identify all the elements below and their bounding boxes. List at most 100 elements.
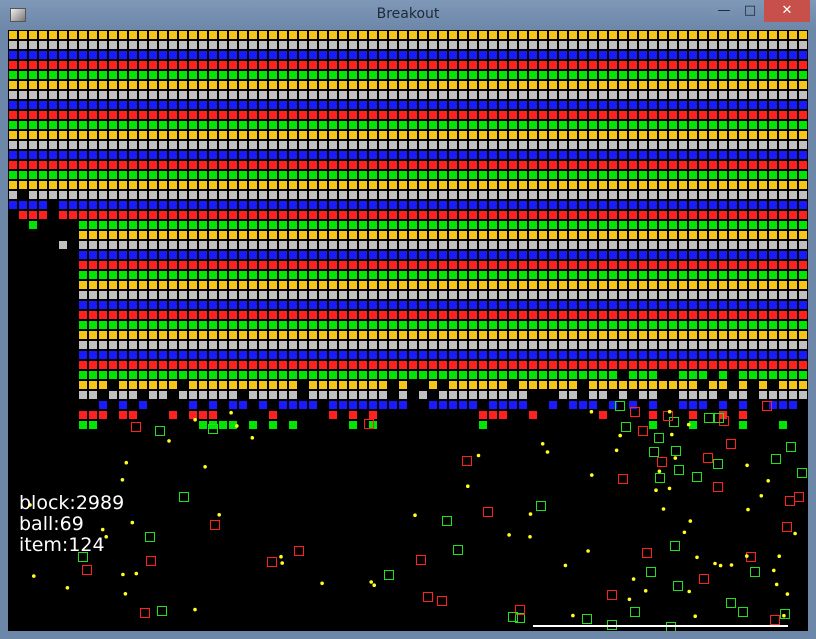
brick [259, 301, 267, 309]
brick [449, 391, 457, 399]
brick [669, 101, 677, 109]
brick [589, 311, 597, 319]
brick [669, 271, 677, 279]
brick [259, 401, 267, 409]
brick [569, 151, 577, 159]
brick [659, 161, 667, 169]
brick [569, 161, 577, 169]
brick [299, 71, 307, 79]
maximize-button[interactable]: □ [738, 0, 762, 22]
brick [449, 51, 457, 59]
brick [259, 91, 267, 99]
brick [439, 31, 447, 39]
brick [189, 381, 197, 389]
brick [769, 81, 777, 89]
brick [679, 61, 687, 69]
item [638, 426, 648, 436]
brick [389, 101, 397, 109]
brick [139, 51, 147, 59]
brick [599, 121, 607, 129]
brick [259, 341, 267, 349]
brick [159, 181, 167, 189]
brick [369, 281, 377, 289]
brick [619, 251, 627, 259]
brick [639, 51, 647, 59]
brick [789, 341, 797, 349]
brick [439, 341, 447, 349]
brick [739, 321, 747, 329]
brick [729, 161, 737, 169]
minimize-button[interactable]: — [712, 0, 736, 22]
brick [229, 251, 237, 259]
brick [659, 251, 667, 259]
brick [459, 221, 467, 229]
brick [609, 351, 617, 359]
brick [559, 281, 567, 289]
brick [109, 321, 117, 329]
brick [99, 151, 107, 159]
brick [669, 351, 677, 359]
brick [329, 321, 337, 329]
brick [219, 261, 227, 269]
brick [529, 201, 537, 209]
brick [59, 211, 67, 219]
brick [739, 141, 747, 149]
brick [799, 31, 807, 39]
brick [409, 181, 417, 189]
brick [599, 151, 607, 159]
brick [669, 311, 677, 319]
brick [189, 91, 197, 99]
brick [549, 111, 557, 119]
brick [169, 51, 177, 59]
brick [529, 61, 537, 69]
brick [409, 211, 417, 219]
brick [699, 361, 707, 369]
brick [459, 171, 467, 179]
brick [199, 121, 207, 129]
brick [649, 111, 657, 119]
brick [689, 91, 697, 99]
brick [789, 391, 797, 399]
brick [269, 121, 277, 129]
brick [179, 311, 187, 319]
brick [119, 71, 127, 79]
brick [589, 201, 597, 209]
brick [789, 401, 797, 409]
brick [59, 51, 67, 59]
brick [99, 371, 107, 379]
brick [329, 141, 337, 149]
brick [689, 331, 697, 339]
brick [9, 121, 17, 129]
brick [619, 271, 627, 279]
ball [130, 520, 135, 525]
brick [59, 101, 67, 109]
brick [459, 161, 467, 169]
brick [709, 41, 717, 49]
title-bar[interactable]: Breakout — □ ✕ [0, 0, 816, 30]
brick [109, 91, 117, 99]
brick [109, 181, 117, 189]
brick [649, 401, 657, 409]
brick [369, 41, 377, 49]
brick [39, 191, 47, 199]
brick [139, 351, 147, 359]
brick [749, 71, 757, 79]
brick [449, 251, 457, 259]
brick [229, 351, 237, 359]
game-canvas[interactable]: block:2989 ball:69 item:124 [8, 30, 808, 631]
brick [689, 411, 697, 419]
brick [499, 231, 507, 239]
ball [682, 530, 687, 535]
brick [799, 111, 807, 119]
brick [199, 181, 207, 189]
brick [749, 81, 757, 89]
brick [599, 391, 607, 399]
brick [629, 301, 637, 309]
close-button[interactable]: ✕ [764, 0, 810, 22]
brick [769, 181, 777, 189]
brick [569, 391, 577, 399]
brick [219, 341, 227, 349]
brick [769, 251, 777, 259]
brick [279, 341, 287, 349]
brick [679, 361, 687, 369]
